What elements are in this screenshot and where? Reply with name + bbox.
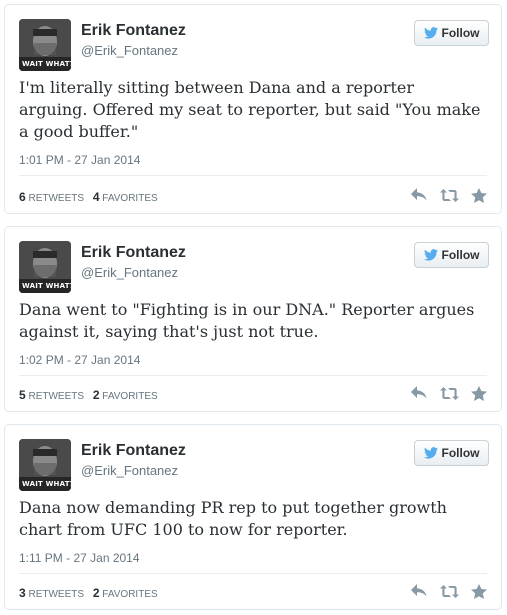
favorite-count[interactable]: 2 bbox=[93, 586, 100, 600]
tweet-card: WAIT WHAT? Erik Fontanez @Erik_Fontanez … bbox=[4, 4, 502, 214]
tweet-timestamp[interactable]: 1:02 PM - 27 Jan 2014 bbox=[19, 353, 140, 367]
avatar[interactable]: WAIT WHAT? bbox=[19, 439, 71, 491]
favorite-count[interactable]: 2 bbox=[93, 388, 100, 402]
tweet-text: Dana went to "Fighting is in our DNA." R… bbox=[19, 300, 475, 341]
retweet-count-label[interactable]: RETWEETS bbox=[28, 391, 84, 402]
tweet-card: WAIT WHAT? Erik Fontanez @Erik_Fontanez … bbox=[4, 424, 502, 610]
retweet-icon[interactable] bbox=[439, 187, 459, 203]
favorite-count-label[interactable]: FAVORITES bbox=[102, 391, 157, 402]
retweet-count[interactable]: 5 bbox=[19, 388, 26, 402]
follow-label: Follow bbox=[441, 446, 480, 460]
follow-button[interactable]: Follow bbox=[414, 440, 489, 466]
tweet-timestamp[interactable]: 1:11 PM - 27 Jan 2014 bbox=[19, 551, 140, 565]
star-icon[interactable] bbox=[469, 385, 489, 401]
follow-button[interactable]: Follow bbox=[414, 242, 489, 268]
twitter-bird-icon bbox=[423, 249, 438, 261]
tweet-card: WAIT WHAT? Erik Fontanez @Erik_Fontanez … bbox=[4, 226, 502, 412]
tweet-stats: 3 RETWEETS 2 FAVORITES bbox=[19, 586, 158, 600]
favorite-count[interactable]: 4 bbox=[93, 190, 100, 204]
author-name[interactable]: Erik Fontanez bbox=[81, 244, 186, 262]
tweet-text: I'm literally sitting between Dana and a… bbox=[19, 78, 481, 141]
favorite-count-label[interactable]: FAVORITES bbox=[102, 193, 157, 204]
tweet-timestamp[interactable]: 1:01 PM - 27 Jan 2014 bbox=[19, 153, 140, 167]
avatar[interactable]: WAIT WHAT? bbox=[19, 241, 71, 293]
avatar-stamp: WAIT WHAT? bbox=[22, 480, 71, 488]
tweet-stats: 6 RETWEETS 4 FAVORITES bbox=[19, 190, 158, 204]
follow-button[interactable]: Follow bbox=[414, 20, 489, 46]
twitter-bird-icon bbox=[423, 27, 438, 39]
follow-label: Follow bbox=[441, 248, 480, 262]
star-icon[interactable] bbox=[469, 187, 489, 203]
author-handle[interactable]: @Erik_Fontanez bbox=[81, 265, 178, 280]
tweet-text: Dana now demanding PR rep to put togethe… bbox=[19, 498, 447, 539]
author-handle[interactable]: @Erik_Fontanez bbox=[81, 43, 178, 58]
divider bbox=[19, 375, 487, 376]
author-name[interactable]: Erik Fontanez bbox=[81, 442, 186, 460]
divider bbox=[19, 573, 487, 574]
follow-label: Follow bbox=[441, 26, 480, 40]
retweet-count-label[interactable]: RETWEETS bbox=[28, 589, 84, 600]
author-handle[interactable]: @Erik_Fontanez bbox=[81, 463, 178, 478]
twitter-bird-icon bbox=[423, 447, 438, 459]
avatar[interactable]: WAIT WHAT? bbox=[19, 19, 71, 71]
retweet-icon[interactable] bbox=[439, 583, 459, 599]
favorite-count-label[interactable]: FAVORITES bbox=[102, 589, 157, 600]
retweet-count-label[interactable]: RETWEETS bbox=[28, 193, 84, 204]
retweet-count[interactable]: 3 bbox=[19, 586, 26, 600]
reply-icon[interactable] bbox=[409, 583, 429, 599]
reply-icon[interactable] bbox=[409, 385, 429, 401]
reply-icon[interactable] bbox=[409, 187, 429, 203]
retweet-count[interactable]: 6 bbox=[19, 190, 26, 204]
author-name[interactable]: Erik Fontanez bbox=[81, 22, 186, 40]
tweet-stats: 5 RETWEETS 2 FAVORITES bbox=[19, 388, 158, 402]
retweet-icon[interactable] bbox=[439, 385, 459, 401]
star-icon[interactable] bbox=[469, 583, 489, 599]
avatar-stamp: WAIT WHAT? bbox=[22, 60, 71, 68]
avatar-stamp: WAIT WHAT? bbox=[22, 282, 71, 290]
divider bbox=[19, 175, 487, 176]
